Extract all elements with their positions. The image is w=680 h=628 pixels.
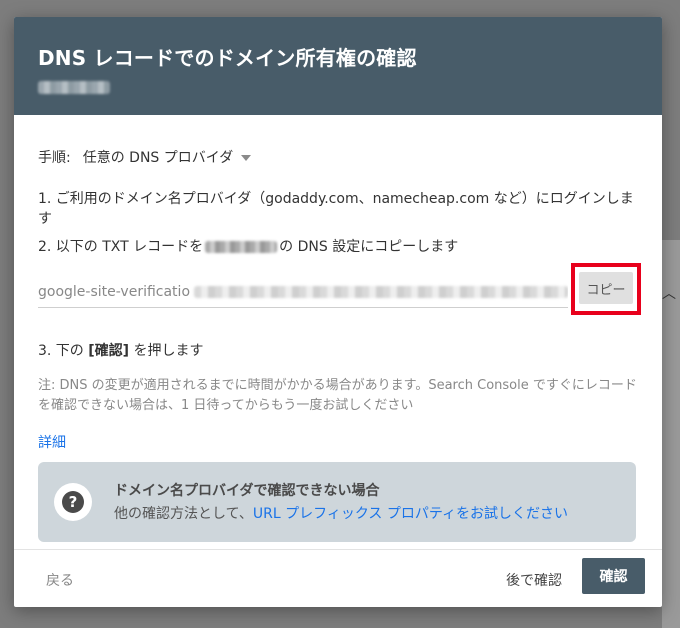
back-button[interactable]: 戻る bbox=[36, 563, 84, 597]
instruction-step-2-prefix: 2. 以下の TXT レコードを bbox=[38, 239, 204, 255]
instruction-step-2-suffix: の DNS 設定にコピーします bbox=[279, 239, 459, 255]
verify-later-button[interactable]: 後で確認 bbox=[498, 563, 570, 597]
txt-record-value: google-site-verificatio bbox=[38, 284, 191, 300]
redacted-domain-inline bbox=[205, 241, 278, 253]
copy-button[interactable]: コピー bbox=[579, 272, 633, 304]
redacted-txt-record bbox=[194, 286, 568, 298]
step-label: 手順: bbox=[38, 150, 71, 166]
dns-verification-dialog: DNS レコードでのドメイン所有権の確認 手順: 任意の DNS プロバイダ 1… bbox=[14, 17, 662, 607]
step-row: 手順: 任意の DNS プロバイダ bbox=[38, 147, 252, 167]
help-icon: ? bbox=[54, 483, 92, 521]
alternative-method-card: ? ドメイン名プロバイダで確認できない場合 他の確認方法として、URL プレフィ… bbox=[38, 462, 636, 542]
propagation-note: 注: DNS の変更が適用されるまでに時間がかかる場合があります。Search … bbox=[38, 378, 637, 413]
details-link[interactable]: 詳細 bbox=[38, 432, 66, 452]
provider-select-value: 任意の DNS プロバイダ bbox=[82, 150, 234, 166]
redacted-domain bbox=[38, 81, 110, 94]
instruction-step-3-bold: [確認] bbox=[88, 343, 130, 359]
footer-divider bbox=[14, 549, 662, 550]
verify-button[interactable]: 確認 bbox=[582, 558, 645, 594]
info-card-text-prefix: 他の確認方法として、 bbox=[114, 506, 253, 522]
instruction-step-3-suffix: を押します bbox=[129, 343, 204, 359]
instruction-step-3-prefix: 3. 下の bbox=[38, 343, 89, 359]
provider-select[interactable]: 任意の DNS プロバイダ bbox=[82, 147, 252, 167]
info-card-title: ドメイン名プロバイダで確認できない場合 bbox=[114, 483, 380, 499]
instruction-step-1: 1. ご利用のドメイン名プロバイダ（godaddy.com、namecheap.… bbox=[38, 191, 634, 227]
info-card-text: 他の確認方法として、URL プレフィックス プロパティをお試しください bbox=[114, 503, 568, 523]
question-mark-icon: ? bbox=[62, 491, 84, 513]
url-prefix-property-link[interactable]: URL プレフィックス プロパティをお試しください bbox=[253, 506, 568, 522]
dialog-title: DNS レコードでのドメイン所有権の確認 bbox=[38, 46, 417, 70]
instruction-step-2: 2. 以下の TXT レコードを の DNS 設定にコピーします bbox=[38, 237, 458, 257]
txt-record-row: google-site-verificatio コピー bbox=[38, 263, 641, 315]
instruction-step-3: 3. 下の [確認] を押します bbox=[38, 341, 204, 361]
dialog-header: DNS レコードでのドメイン所有権の確認 bbox=[14, 17, 662, 115]
caret-down-icon bbox=[241, 155, 252, 161]
background-chevron-icon: ︿ bbox=[662, 286, 676, 302]
txt-record-field[interactable]: google-site-verificatio bbox=[38, 277, 568, 308]
